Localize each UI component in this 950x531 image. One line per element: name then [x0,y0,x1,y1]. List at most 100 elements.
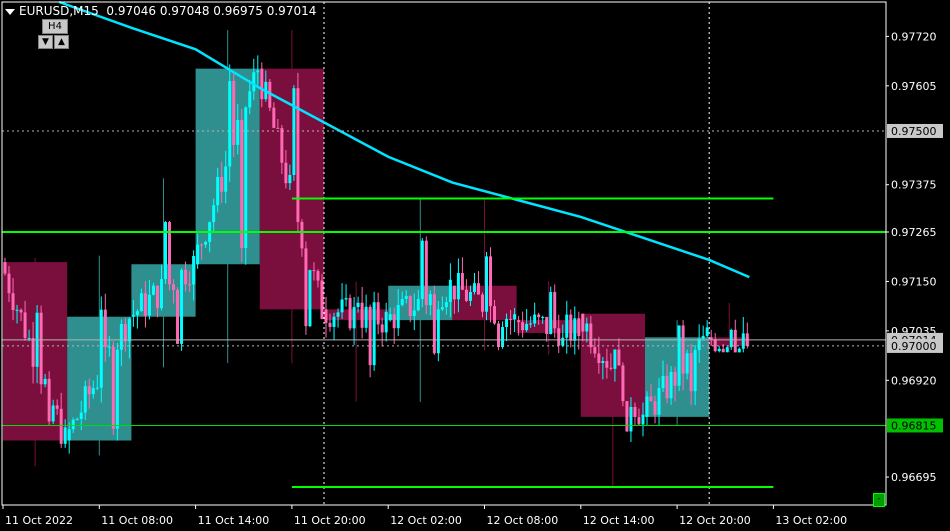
candle-body [107,346,111,348]
price-chart[interactable]: 0.97720 0.97605 0.97375 0.97265 0.97150 0.970… [0,0,950,531]
candle-body [284,162,288,184]
candle-body [653,401,657,415]
candle-body [605,361,609,368]
candle-body [228,81,232,167]
candle-body [388,314,392,321]
candle-body [240,119,244,249]
candle-body [360,302,364,328]
candle-body [593,347,597,354]
candle-body [525,323,529,331]
candle-body [196,244,200,265]
time-grid-layer [323,2,710,505]
candle-body [139,293,143,312]
candle-body [617,349,621,366]
candle-body [256,70,260,73]
candle-body [408,296,412,317]
x-tick-label: 12 Oct 02:00 [390,514,462,527]
timeframe-down-button[interactable]: ▼ [38,35,53,49]
candle-body [224,166,228,192]
candle-body [308,270,312,327]
x-tick-label: 12 Oct 14:00 [583,514,655,527]
y-tick-label: 0.97375 [891,179,937,192]
candle-body [480,294,484,312]
candle-body [400,299,404,305]
candle-body [111,346,115,429]
candle-body [200,244,204,246]
candle-body [553,292,557,329]
candle-body [621,365,625,402]
candle-body [396,304,400,329]
candle-body [155,285,159,309]
candle-body [424,240,428,306]
moving-averages-layer [58,0,750,279]
ohlc-values: 0.97046 0.97048 0.96975 0.97014 [106,4,317,18]
x-tick-label: 12 Oct 20:00 [679,514,751,527]
candle-body [212,205,216,223]
candle-body [741,333,745,349]
candle-body [637,417,641,425]
candle-body [573,318,577,341]
y-tick-label: 0.97150 [891,275,937,288]
candle-body [336,312,340,317]
candle-body [91,388,95,395]
candle-body [541,316,545,318]
candle-body [220,176,224,192]
candle-body [420,240,424,300]
candle-body [629,406,633,432]
candle-body [51,405,55,422]
h4-blocks-layer [3,29,750,487]
x-tick-label: 11 Oct 2022 [5,514,73,527]
candle-body [304,248,308,327]
symbol-label: EURUSD,M15 [19,4,99,18]
chart-header: EURUSD,M15 0.97046 0.97048 0.96975 0.970… [5,4,316,18]
candle-body [324,309,328,323]
candle-body [252,72,256,92]
candle-body [87,386,91,395]
symbol-menu-icon[interactable] [5,8,15,15]
timeframe-up-button[interactable]: ▲ [54,35,69,49]
candle-body [737,348,741,353]
candle-body [489,256,493,307]
candle-body [476,283,480,295]
candle-body [31,338,35,367]
candle-body [55,405,59,409]
candle-body [316,270,320,281]
collapse-button[interactable]: - [873,493,885,507]
candle-body [460,273,464,290]
candle-body [216,176,220,206]
y-tick-label: 0.96695 [891,471,937,484]
candle-body [232,81,236,145]
candle-body [705,327,709,336]
candle-body [717,348,721,352]
candle-body [312,270,316,272]
candle-body [348,298,352,329]
candle-body [677,325,681,386]
candle-body [545,316,549,335]
candle-body [669,371,673,399]
candle-body [549,292,553,335]
candle-body [27,338,31,340]
candle-body [509,318,513,320]
candle-body [589,323,593,348]
candle-body [673,371,677,386]
candle-body [448,279,452,303]
price-level-tag-label: 0.96815 [891,419,937,432]
price-level-tag-label: 0.97500 [891,125,937,138]
candle-body [79,412,83,420]
candle-body [689,353,693,392]
candle-body [143,293,147,316]
y-tick-label: 0.97720 [891,30,937,43]
candle-body [613,349,617,369]
candle-body [537,314,541,318]
candle-body [300,221,304,249]
candle-body [320,280,324,319]
x-tick-label: 11 Oct 08:00 [101,514,173,527]
candle-body [729,329,733,348]
candle-body [721,348,725,353]
candle-body [147,294,151,316]
candle-body [352,307,356,329]
candle-body [135,311,139,315]
candle-body [505,318,509,328]
candle-body [577,318,581,336]
timeframe-label: H4 [42,19,68,34]
